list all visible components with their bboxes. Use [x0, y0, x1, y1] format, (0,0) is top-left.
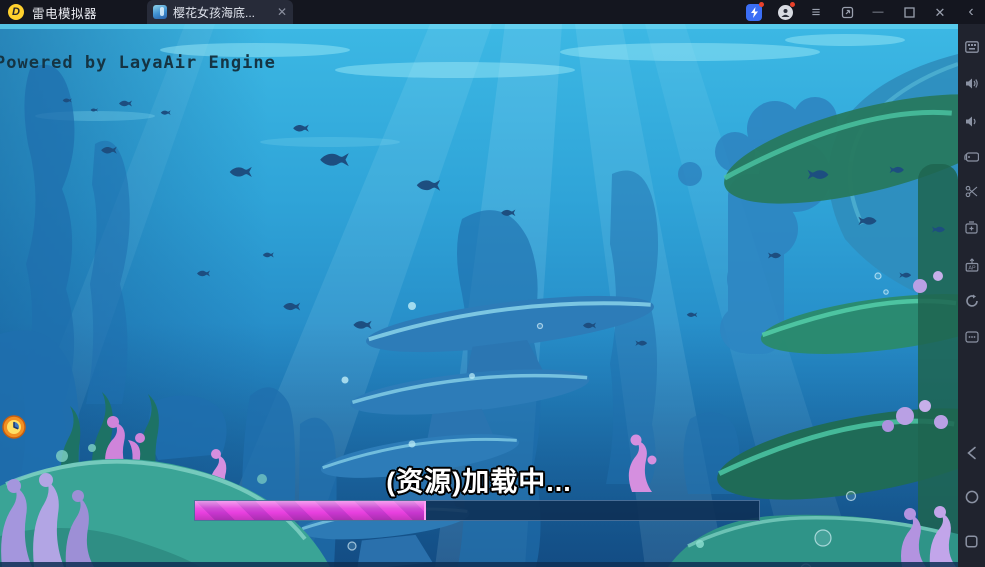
- user-icon: [778, 5, 793, 20]
- loading-status-text: (资源)加载中...: [0, 460, 958, 499]
- rotate-screen-button[interactable]: [958, 146, 985, 168]
- rotate-phone-icon: [964, 151, 979, 163]
- maximize-button[interactable]: [901, 4, 917, 20]
- tab-close-icon[interactable]: ✕: [277, 5, 287, 19]
- sync-operations-button[interactable]: [958, 290, 985, 312]
- more-dots-icon: [965, 331, 979, 343]
- box-plus-icon: [965, 221, 978, 234]
- nav-home-button[interactable]: [958, 486, 985, 508]
- sync-circle-icon: [965, 294, 979, 308]
- scissors-icon: [965, 185, 978, 198]
- home-circle-icon: [965, 490, 979, 504]
- recents-square-icon: [965, 535, 978, 548]
- emulator-toolbar: AP: [958, 24, 985, 567]
- loading-progress-bar: [194, 500, 760, 521]
- back-icon: [966, 446, 977, 460]
- volume-down-icon: [965, 115, 979, 128]
- apk-manager-button[interactable]: AP: [958, 254, 985, 276]
- screenshot-button[interactable]: [958, 180, 985, 202]
- close-button[interactable]: ✕: [932, 4, 948, 20]
- progress-fill: [195, 501, 426, 520]
- keyboard-icon: [965, 41, 979, 53]
- maximize-icon: [904, 7, 915, 18]
- volume-down-button[interactable]: [958, 110, 985, 132]
- volume-up-icon: [965, 77, 979, 90]
- game-thumbnail-icon: [153, 5, 167, 19]
- titlebar: D 雷电模拟器 樱花女孩海底... ✕ ≡: [0, 0, 985, 24]
- tab-title: 樱花女孩海底...: [173, 4, 273, 21]
- notification-dot: [790, 2, 795, 7]
- volume-up-button[interactable]: [958, 72, 985, 94]
- nav-recents-button[interactable]: [958, 530, 985, 552]
- popup-window-icon: [841, 6, 854, 19]
- emulator-window: D 雷电模拟器 樱花女孩海底... ✕ ≡: [0, 0, 985, 567]
- window-controls: ≡ — ✕ ‹: [746, 4, 985, 20]
- keyboard-mapping-button[interactable]: [958, 36, 985, 58]
- more-tools-button[interactable]: [958, 326, 985, 348]
- svg-text:AP: AP: [968, 265, 976, 271]
- ldplayer-logo-icon: D: [8, 4, 24, 20]
- nav-back-button[interactable]: [958, 442, 985, 464]
- boost-button[interactable]: [746, 4, 762, 20]
- notification-dot: [759, 2, 764, 7]
- install-apk-button[interactable]: [958, 216, 985, 238]
- apk-upload-icon: AP: [965, 258, 979, 272]
- minimize-button[interactable]: —: [870, 4, 886, 20]
- engine-credit-text: Powered by LayaAir Engine: [0, 53, 276, 73]
- tab-game[interactable]: 樱花女孩海底... ✕: [147, 0, 293, 24]
- game-viewport[interactable]: Powered by LayaAir Engine (资源)加载中...: [0, 24, 958, 567]
- account-button[interactable]: [777, 4, 793, 20]
- app-title: 雷电模拟器: [32, 3, 97, 22]
- popup-window-button[interactable]: [839, 4, 855, 20]
- loading-clock-icon: [2, 415, 26, 439]
- menu-button[interactable]: ≡: [808, 4, 824, 20]
- collapse-sidebar-button[interactable]: ‹: [963, 4, 979, 20]
